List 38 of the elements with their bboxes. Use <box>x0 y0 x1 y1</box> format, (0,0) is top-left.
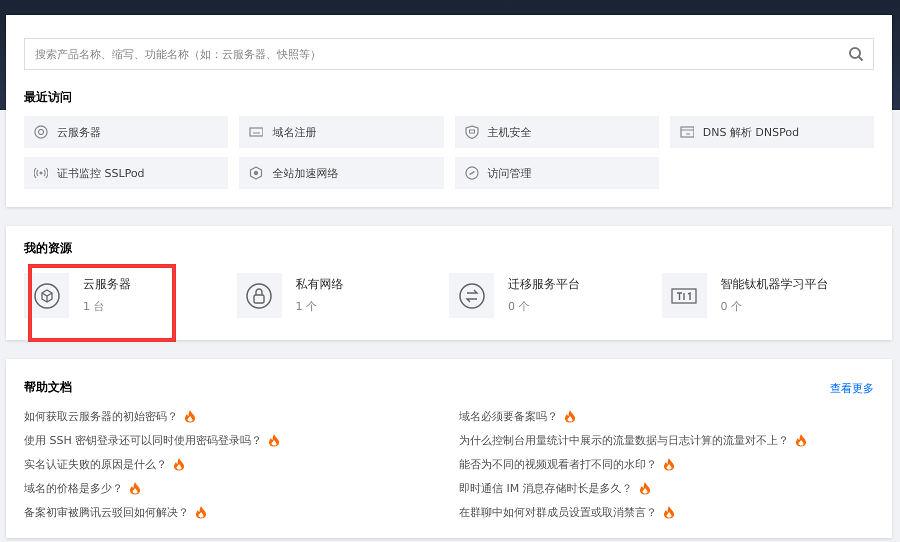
resource-count: 0 个 <box>720 299 743 314</box>
search-field[interactable]: 搜索产品名称、缩写、功能名称（如：云服务器、快照等） <box>24 38 874 70</box>
resource-link[interactable]: 智能钛机器学习平台 <box>720 276 828 293</box>
help-link[interactable]: 实名认证失败的原因是什么？ <box>24 456 167 472</box>
section-title: 我的资源 <box>24 240 73 257</box>
search-icon <box>848 46 864 62</box>
shield-icon <box>464 125 478 139</box>
help-link[interactable]: 备案初审被腾讯云驳回如何解决？ <box>24 504 189 520</box>
resource-link[interactable]: 云服务器 <box>83 276 131 293</box>
recent-item[interactable]: DNS 解析 DNSPod <box>670 116 874 148</box>
recent-item[interactable]: 访问管理 <box>454 157 659 189</box>
view-more-link[interactable]: 查看更多 <box>830 381 874 396</box>
recent-item[interactable]: 云服务器 <box>24 116 228 148</box>
recent-item[interactable]: 域名注册 <box>239 116 444 148</box>
help-link[interactable]: 使用 SSH 密钥登录还可以同时使用密码登录吗？ <box>24 432 262 448</box>
recent-item[interactable]: 证书监控 SSLPod <box>24 157 228 189</box>
resource-link[interactable]: 私有网络 <box>296 276 344 293</box>
resource-count: 1 个 <box>296 299 318 314</box>
help-link[interactable]: 为什么控制台用量统计中展示的流量数据与日志计算的流量对不上？ <box>459 432 789 448</box>
help-link[interactable]: 域名必须要备案吗？ <box>459 408 558 424</box>
section-title: 最近访问 <box>24 89 73 106</box>
circle-icon <box>34 125 48 139</box>
help-link[interactable]: 如何获取云服务器的初始密码？ <box>24 408 178 424</box>
resource-count: 1 台 <box>83 299 106 314</box>
help-link[interactable]: 在群聊中如何对群成员设置或取消禁言？ <box>459 504 657 520</box>
resource-count: 0 个 <box>508 299 530 314</box>
help-link[interactable]: 域名的价格是多少？ <box>24 480 123 496</box>
help-link[interactable]: 能否为不同的视频观看者打不同的水印？ <box>459 456 657 472</box>
signal-icon <box>34 166 48 180</box>
help-link[interactable]: 即时通信 IM 消息存储时长是多久？ <box>459 480 633 496</box>
resource-link[interactable]: 迁移服务平台 <box>508 276 580 293</box>
card-icon <box>249 125 264 139</box>
link-icon <box>464 166 478 180</box>
hexagon-icon <box>249 166 264 180</box>
section-title: 帮助文档 <box>24 379 72 396</box>
recent-item[interactable]: 主机安全 <box>454 116 659 148</box>
recent-item[interactable]: 全站加速网络 <box>239 157 444 189</box>
window-icon <box>680 125 694 139</box>
